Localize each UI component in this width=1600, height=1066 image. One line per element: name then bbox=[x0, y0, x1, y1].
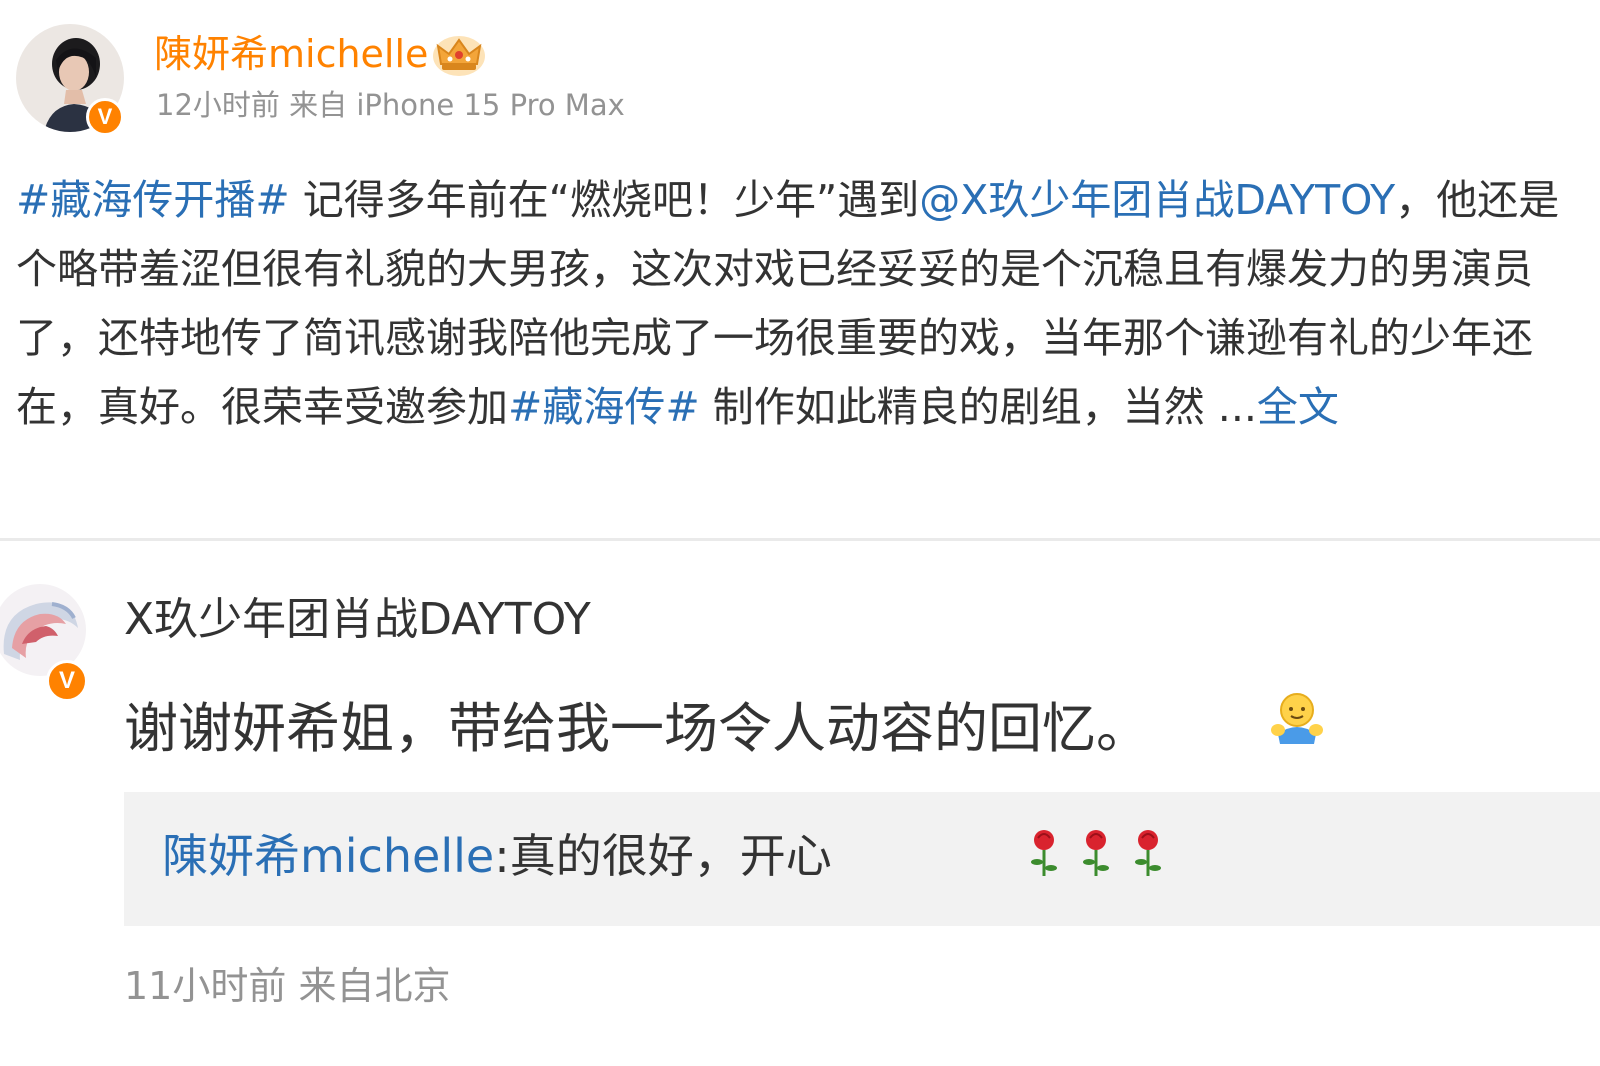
rose-icon bbox=[1031, 830, 1057, 876]
post-source: iPhone 15 Pro Max bbox=[356, 88, 625, 122]
quoted-reply[interactable]: 陳妍希michelle:真的很好，开心 bbox=[124, 792, 1600, 926]
post-text-segment: 制作如此精良的剧组，当然 ... bbox=[699, 383, 1257, 431]
quoted-reply-line: 陳妍希michelle:真的很好，开心 bbox=[162, 826, 832, 886]
post-author-name[interactable]: 陳妍希michelle bbox=[154, 30, 428, 78]
quoted-text: 真的很好，开心 bbox=[509, 829, 832, 883]
expand-full-text-link[interactable]: 全文 bbox=[1257, 383, 1339, 431]
hashtag-link[interactable]: #藏海传开播# bbox=[16, 176, 290, 224]
mention-link[interactable]: @X玖少年团肖战DAYTOY bbox=[919, 176, 1395, 224]
post-source-prefix: 来自 bbox=[289, 88, 348, 122]
verified-badge-icon: V bbox=[86, 98, 124, 136]
quoted-author-link[interactable]: 陳妍希michelle bbox=[162, 829, 494, 883]
weibo-post: V 陳妍希michelle 12小时前 来自 iPhone 15 Pro Max… bbox=[0, 0, 1600, 548]
section-divider bbox=[0, 538, 1600, 541]
reply-author-name[interactable]: X玖少年团肖战DAYTOY bbox=[124, 592, 591, 648]
reply-location: 来自北京 bbox=[298, 964, 451, 1008]
rose-emoji-icons bbox=[1031, 830, 1161, 876]
reply-card: V X玖少年团肖战DAYTOY 谢谢妍希姐，带给我一场令人动容的回忆。 陳妍希m… bbox=[0, 560, 1600, 1066]
rose-icon bbox=[1135, 830, 1161, 876]
rose-icon bbox=[1083, 830, 1109, 876]
hug-emoji-icon bbox=[1271, 693, 1323, 744]
post-time: 12小时前 bbox=[156, 88, 280, 122]
post-body: #藏海传开播# 记得多年前在“燃烧吧！少年”遇到@X玖少年团肖战DAYTOY，他… bbox=[16, 166, 1561, 442]
reply-time: 11小时前 bbox=[124, 964, 287, 1008]
quoted-separator: : bbox=[494, 829, 510, 883]
hashtag-link[interactable]: #藏海传# bbox=[508, 383, 700, 431]
post-text-segment: 记得多年前在“燃烧吧！少年”遇到 bbox=[289, 176, 920, 224]
reply-text: 谢谢妍希姐，带给我一场令人动容的回忆。 bbox=[124, 697, 1150, 760]
reply-meta: 11小时前 来自北京 bbox=[124, 962, 450, 1010]
post-meta: 12小时前 来自 iPhone 15 Pro Max bbox=[156, 86, 625, 124]
verified-badge-icon: V bbox=[46, 660, 88, 702]
crown-icon[interactable] bbox=[432, 34, 486, 78]
